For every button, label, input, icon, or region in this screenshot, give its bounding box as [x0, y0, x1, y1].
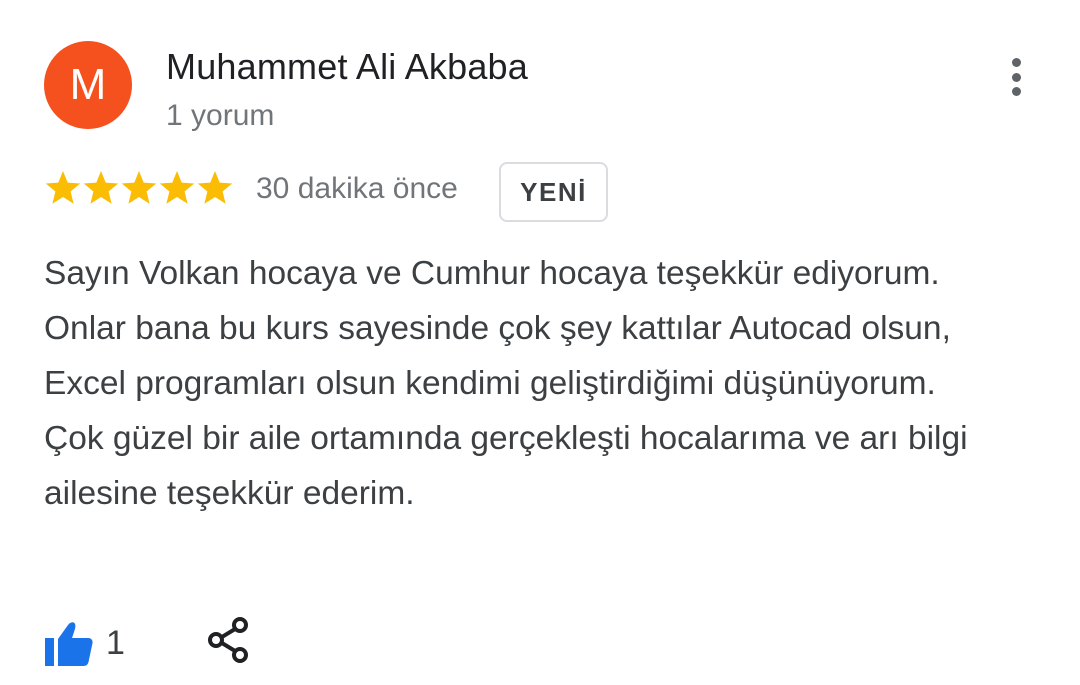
reviewer-review-count: 1 yorum — [166, 99, 275, 132]
star-icon — [197, 171, 233, 204]
star-rating — [44, 166, 234, 210]
thumbs-up-icon — [45, 622, 93, 666]
more-vert-icon-dot — [1011, 72, 1021, 82]
avatar-initial: M — [69, 60, 107, 109]
more-options-button[interactable] — [994, 52, 1038, 102]
star-icon — [83, 171, 119, 204]
share-button[interactable] — [206, 616, 252, 664]
star-icon — [45, 171, 81, 204]
new-badge: YENİ — [499, 162, 608, 222]
like-count: 1 — [106, 623, 125, 662]
share-icon — [208, 617, 248, 663]
more-vert-icon — [1011, 58, 1021, 67]
review-date: 30 dakika önce — [256, 172, 458, 205]
like-button[interactable]: 1 — [44, 618, 125, 668]
avatar[interactable]: M — [44, 41, 132, 129]
star-icon — [159, 171, 195, 204]
review-card: M Muhammet Ali Akbaba 1 yorum 30 dakika … — [0, 0, 1080, 685]
star-icon — [121, 171, 157, 204]
review-text: Sayın Volkan hocaya ve Cumhur hocaya teş… — [44, 255, 968, 512]
reviewer-name[interactable]: Muhammet Ali Akbaba — [166, 46, 528, 88]
more-vert-icon-dot — [1011, 87, 1021, 96]
